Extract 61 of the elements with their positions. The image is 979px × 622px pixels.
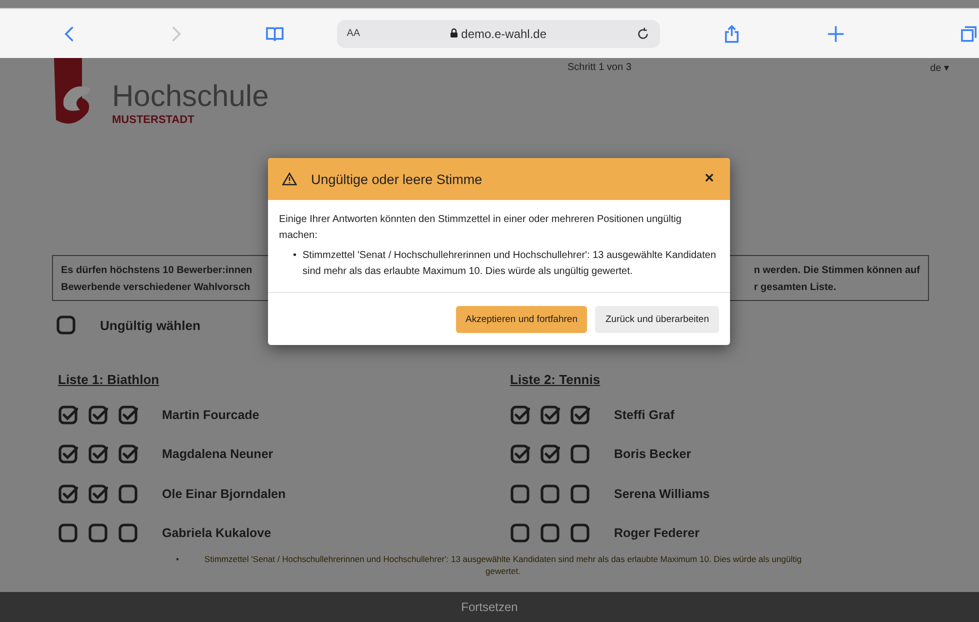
candidate-name: Roger Federer bbox=[614, 526, 700, 540]
info-text: n werden. Die Stimmen können auf bbox=[754, 264, 920, 278]
checked-checkbox[interactable] bbox=[540, 404, 560, 425]
checked-checkbox[interactable] bbox=[88, 444, 108, 464]
dialog-list-item: Stimmzettel 'Senat / Hochschullehrerinnen und Hochschullehrer': 13 ausgewählte Kandidaten sind mehr als das erlaubte Maximum 10. Dies würde als ungültig gewertet. bbox=[302, 249, 718, 279]
checkbox[interactable] bbox=[88, 523, 108, 544]
checkbox-label[interactable]: Ungültig wählen bbox=[100, 318, 200, 332]
checked-checkbox[interactable] bbox=[510, 404, 530, 425]
candidate-name: Boris Becker bbox=[614, 447, 692, 462]
checked-checkbox[interactable] bbox=[58, 444, 78, 464]
text-size-button[interactable]: AA bbox=[346, 28, 360, 39]
url-text[interactable]: demo.e-wahl.de bbox=[461, 26, 547, 40]
language-dropdown[interactable]: de ▾ bbox=[930, 62, 949, 74]
checkbox[interactable] bbox=[570, 523, 590, 544]
plus-icon[interactable] bbox=[826, 24, 846, 44]
checked-checkbox[interactable] bbox=[58, 404, 78, 425]
checked-checkbox[interactable] bbox=[118, 404, 138, 425]
accept-button[interactable]: Akzeptieren und fortfahren bbox=[456, 306, 588, 333]
checked-checkbox[interactable] bbox=[570, 404, 590, 425]
info-text: Bewerbende verschiedener Wahlvorsch bbox=[61, 281, 252, 295]
bullet-icon: • bbox=[293, 248, 297, 264]
list-heading: Liste 1: Biathlon bbox=[58, 372, 160, 387]
error-message: Stimmzettel 'Senat / Hochschullehrerinnen und Hochschullehrer': 13 ausgewählte Kandidaten sind mehr als das erlaubte Maximum 10. Dies würde als ungültig gewertet. bbox=[203, 553, 803, 577]
warning-icon bbox=[282, 172, 297, 186]
candidate-name: Magdalena Neuner bbox=[162, 447, 274, 462]
step-indicator: Schritt 1 von 3 bbox=[567, 62, 632, 73]
back-button[interactable]: Zurück und überarbeiten bbox=[595, 306, 719, 333]
checkbox[interactable] bbox=[58, 523, 78, 544]
logo-subtitle: MUSTERSTADT bbox=[112, 114, 196, 126]
checkbox[interactable] bbox=[540, 484, 560, 504]
checkbox[interactable] bbox=[510, 523, 530, 544]
info-text: Es dürfen höchstens 10 Bewerber:innen bbox=[61, 264, 252, 278]
lock-icon bbox=[450, 28, 458, 38]
candidate-name: Steffi Graf bbox=[614, 408, 674, 422]
candidate-name: Martin Fourcade bbox=[162, 408, 260, 422]
checked-checkbox[interactable] bbox=[88, 404, 108, 425]
continue-button[interactable]: Fortsetzen bbox=[0, 592, 979, 622]
checkbox[interactable] bbox=[56, 315, 76, 335]
candidate-name: Serena Williams bbox=[614, 486, 710, 501]
bullet-icon: • bbox=[176, 553, 179, 577]
checkbox[interactable] bbox=[510, 484, 530, 504]
checked-checkbox[interactable] bbox=[510, 444, 530, 464]
checkbox[interactable] bbox=[118, 484, 138, 504]
checkbox[interactable] bbox=[540, 523, 560, 544]
checkbox[interactable] bbox=[570, 484, 590, 504]
checked-checkbox[interactable] bbox=[118, 444, 138, 464]
close-button[interactable]: × bbox=[702, 170, 716, 188]
candidate-name: Gabriela Kukalove bbox=[162, 526, 272, 540]
checkbox[interactable] bbox=[118, 523, 138, 544]
list-heading: Liste 2: Tennis bbox=[510, 372, 600, 387]
checked-checkbox[interactable] bbox=[58, 484, 78, 504]
tabs-icon[interactable] bbox=[959, 24, 979, 44]
candidate-name: Ole Einar Bjorndalen bbox=[162, 486, 286, 501]
reload-icon[interactable] bbox=[636, 26, 650, 40]
checked-checkbox[interactable] bbox=[88, 484, 108, 504]
checkbox[interactable] bbox=[570, 444, 590, 464]
dialog-title: Ungültige oder leere Stimme bbox=[311, 172, 484, 186]
logo-title: Hochschule bbox=[112, 82, 269, 112]
info-text: r gesamten Liste. bbox=[754, 281, 838, 295]
dialog-text: Einige Ihrer Antworten könnten den Stimmzettel in einer oder mehreren Positionen ungültig machen: bbox=[279, 214, 682, 241]
checked-checkbox[interactable] bbox=[540, 444, 560, 464]
